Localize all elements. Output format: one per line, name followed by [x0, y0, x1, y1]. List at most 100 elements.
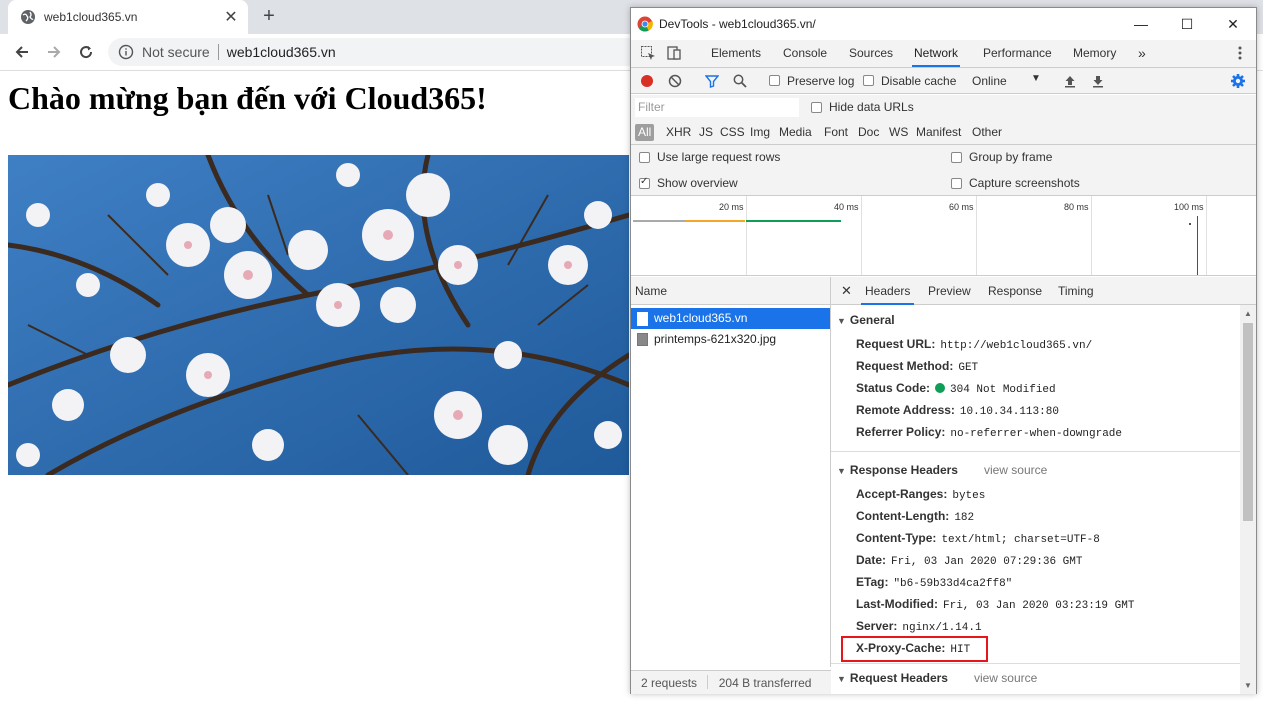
- more-tabs-icon[interactable]: »: [1136, 40, 1148, 67]
- tab-close-icon[interactable]: ✕: [222, 8, 240, 26]
- capture-screenshots-checkbox[interactable]: [951, 178, 962, 189]
- chevron-down-icon[interactable]: ▼: [1031, 73, 1041, 84]
- response-headers-section-header[interactable]: ▼ Response Headers view source: [837, 463, 1047, 477]
- large-rows-checkbox[interactable]: [639, 152, 650, 163]
- settings-gear-icon[interactable]: [1229, 72, 1247, 90]
- export-har-icon[interactable]: [1089, 72, 1107, 90]
- reload-icon[interactable]: [74, 41, 98, 63]
- header-value: nginx/1.14.1: [902, 622, 982, 634]
- timeline-label: 100 ms: [1174, 202, 1204, 212]
- header-row: Request URL: http://web1cloud365.vn/: [856, 337, 1092, 352]
- forward-icon[interactable]: [42, 41, 66, 63]
- request-row-document[interactable]: web1cloud365.vn: [631, 308, 830, 329]
- back-icon[interactable]: [10, 41, 34, 63]
- status-dot-icon: [935, 383, 946, 393]
- timeline-bar: [633, 220, 685, 222]
- header-value: http://web1cloud365.vn/: [940, 340, 1093, 352]
- devtools-window-title: DevTools - web1cloud365.vn/: [659, 17, 816, 31]
- type-other[interactable]: Other: [969, 124, 1005, 141]
- window-close-icon[interactable]: ✕: [1210, 8, 1256, 40]
- header-row: Last-Modified: Fri, 03 Jan 2020 03:23:19 …: [856, 597, 1134, 612]
- type-css[interactable]: CSS: [717, 124, 748, 141]
- header-value: 182: [954, 512, 975, 524]
- search-icon[interactable]: [731, 72, 749, 90]
- import-har-icon[interactable]: [1061, 72, 1079, 90]
- scroll-down-icon[interactable]: ▼: [1244, 681, 1252, 690]
- new-tab-icon[interactable]: +: [258, 6, 280, 28]
- type-doc[interactable]: Doc: [855, 124, 882, 141]
- scroll-up-icon[interactable]: ▲: [1244, 309, 1252, 318]
- tab-headers[interactable]: Headers: [861, 277, 915, 305]
- tab-memory[interactable]: Memory: [1071, 40, 1118, 67]
- timeline-label: 80 ms: [1064, 202, 1089, 212]
- type-ws[interactable]: WS: [886, 124, 911, 141]
- header-name: Remote Address:: [856, 403, 955, 417]
- timeline-overview[interactable]: 20 ms 40 ms 60 ms 80 ms 100 ms: [631, 196, 1256, 276]
- timeline-gridline: [746, 196, 747, 275]
- tab-network[interactable]: Network: [912, 40, 961, 67]
- close-details-icon[interactable]: ✕: [837, 277, 856, 305]
- info-icon[interactable]: [118, 44, 134, 60]
- section-title: General: [849, 313, 895, 327]
- address-bar[interactable]: Not secure web1cloud365.vn: [108, 38, 708, 66]
- status-divider: [707, 675, 709, 689]
- disable-cache-label: Disable cache: [881, 74, 957, 88]
- device-toolbar-icon[interactable]: [665, 44, 683, 62]
- column-header-name[interactable]: Name: [631, 277, 830, 305]
- tab-console[interactable]: Console: [781, 40, 829, 67]
- kebab-menu-icon[interactable]: [1231, 44, 1249, 62]
- clear-icon[interactable]: [666, 72, 684, 90]
- general-section-header[interactable]: ▼ General: [837, 313, 895, 327]
- capture-screenshots-label: Capture screenshots: [969, 176, 1080, 190]
- security-label[interactable]: Not secure: [142, 44, 210, 60]
- browser-tab[interactable]: web1cloud365.vn ✕: [8, 0, 248, 34]
- tab-performance[interactable]: Performance: [981, 40, 1054, 67]
- timeline-marker: [1197, 216, 1198, 275]
- filter-row: Filter Hide data URLs: [631, 95, 1256, 120]
- type-img[interactable]: Img: [747, 124, 773, 141]
- type-manifest[interactable]: Manifest: [913, 124, 964, 141]
- preserve-log-checkbox[interactable]: [769, 75, 780, 86]
- view-source-link[interactable]: view source: [974, 671, 1037, 685]
- filter-icon[interactable]: [703, 72, 721, 90]
- request-name: printemps-621x320.jpg: [654, 332, 777, 346]
- hide-data-urls-checkbox[interactable]: [811, 102, 822, 113]
- type-font[interactable]: Font: [821, 124, 851, 141]
- header-name: Content-Length:: [856, 509, 950, 523]
- type-media[interactable]: Media: [776, 124, 815, 141]
- highlight-box: [841, 636, 988, 662]
- type-xhr[interactable]: XHR: [663, 124, 694, 141]
- header-value: GET: [958, 362, 979, 374]
- throttle-select[interactable]: Online: [972, 74, 1007, 88]
- timeline-gridline: [976, 196, 977, 275]
- filter-input[interactable]: Filter: [635, 98, 799, 117]
- headers-panel: ▼ General Request URL: http://web1cloud365…: [831, 305, 1240, 694]
- request-row-image[interactable]: printemps-621x320.jpg: [631, 329, 830, 350]
- record-icon[interactable]: [638, 72, 656, 90]
- header-name: Status Code:: [856, 381, 931, 395]
- details-scrollbar[interactable]: ▲ ▼: [1240, 305, 1256, 694]
- disable-cache-checkbox[interactable]: [863, 75, 874, 86]
- type-js[interactable]: JS: [696, 124, 716, 141]
- triangle-down-icon: ▼: [837, 466, 846, 476]
- request-headers-section-header[interactable]: ▼ Request Headers view source: [837, 671, 1037, 685]
- header-value: 10.10.34.113:80: [959, 406, 1059, 418]
- header-value: Fri, 03 Jan 2020 07:29:36 GMT: [891, 556, 1083, 568]
- tab-response[interactable]: Response: [984, 277, 1046, 305]
- minimize-icon[interactable]: —: [1118, 8, 1164, 40]
- triangle-down-icon: ▼: [837, 316, 846, 326]
- maximize-icon[interactable]: ☐: [1164, 8, 1210, 40]
- tab-preview[interactable]: Preview: [924, 277, 975, 305]
- show-overview-checkbox[interactable]: [639, 176, 650, 189]
- header-row: ETag: "b6-59b33d4ca2ff8": [856, 575, 1012, 590]
- url-text[interactable]: web1cloud365.vn: [227, 44, 336, 60]
- tab-timing[interactable]: Timing: [1054, 277, 1098, 305]
- large-rows-label: Use large request rows: [657, 150, 781, 164]
- group-by-frame-checkbox[interactable]: [951, 152, 962, 163]
- tab-elements[interactable]: Elements: [709, 40, 763, 67]
- type-all[interactable]: All: [635, 124, 655, 141]
- scrollbar-thumb[interactable]: [1243, 323, 1253, 521]
- view-source-link[interactable]: view source: [984, 463, 1047, 477]
- inspect-element-icon[interactable]: [639, 44, 657, 62]
- tab-sources[interactable]: Sources: [847, 40, 895, 67]
